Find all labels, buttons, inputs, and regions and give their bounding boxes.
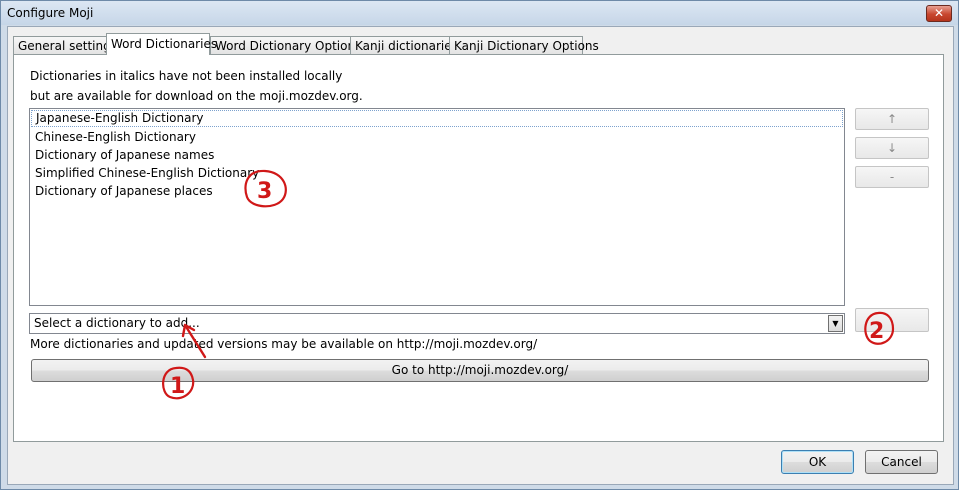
remove-label: - xyxy=(889,170,895,184)
tab-kanji-dictionaries[interactable]: Kanji dictionaries xyxy=(350,36,458,54)
tab-kanji-dictionary-options[interactable]: Kanji Dictionary Options xyxy=(449,36,599,54)
tab-label: Word Dictionary Options xyxy=(215,39,362,53)
add-dictionary-select-value: Select a dictionary to add... xyxy=(34,316,200,330)
list-item[interactable]: Dictionary of Japanese places xyxy=(30,182,844,200)
tab-word-dictionary-options[interactable]: Word Dictionary Options xyxy=(210,36,361,54)
dropdown-arrow-button[interactable]: ▼ xyxy=(828,315,843,332)
add-dictionary-select[interactable]: Select a dictionary to add... ▼ xyxy=(29,313,845,334)
list-item[interactable]: Japanese-English Dictionary xyxy=(31,110,843,127)
add-button[interactable] xyxy=(855,308,929,332)
tab-general-settings[interactable]: General settings xyxy=(13,36,117,54)
list-item[interactable]: Simplified Chinese-English Dictionary xyxy=(30,164,844,182)
info-text-line1: Dictionaries in italics have not been in… xyxy=(30,69,343,83)
chevron-down-icon: ▼ xyxy=(832,319,839,328)
ok-button[interactable]: OK xyxy=(781,450,854,474)
goto-mozdev-label: Go to http://moji.mozdev.org/ xyxy=(391,363,569,377)
tab-word-dictionaries[interactable]: Word Dictionaries xyxy=(106,33,217,55)
dialog-client-area: General settings Word Dictionaries Word … xyxy=(7,26,954,485)
tab-label: Kanji Dictionary Options xyxy=(454,39,599,53)
dictionary-list[interactable]: Japanese-English Dictionary Chinese-Engl… xyxy=(29,108,845,306)
close-icon: ✕ xyxy=(933,6,945,20)
cancel-button[interactable]: Cancel xyxy=(865,450,938,474)
configure-moji-window: Configure Moji ✕ General settings Word D… xyxy=(0,0,959,490)
move-up-button[interactable]: ↑ xyxy=(855,108,929,130)
info-text-line2: but are available for download on the mo… xyxy=(30,89,363,103)
more-dictionaries-text: More dictionaries and updated versions m… xyxy=(30,337,538,351)
window-title: Configure Moji xyxy=(7,6,94,20)
close-button[interactable]: ✕ xyxy=(926,5,952,22)
list-item[interactable]: Chinese-English Dictionary xyxy=(30,128,844,146)
ok-label: OK xyxy=(808,455,827,469)
arrow-up-icon: ↑ xyxy=(886,112,898,126)
move-down-button[interactable]: ↓ xyxy=(855,137,929,159)
tab-label: General settings xyxy=(18,39,117,53)
tab-label: Kanji dictionaries xyxy=(355,39,458,53)
title-bar: Configure Moji ✕ xyxy=(1,1,958,25)
cancel-label: Cancel xyxy=(881,455,922,469)
remove-button[interactable]: - xyxy=(855,166,929,188)
tab-label: Word Dictionaries xyxy=(111,37,218,51)
list-item[interactable]: Dictionary of Japanese names xyxy=(30,146,844,164)
goto-mozdev-button[interactable]: Go to http://moji.mozdev.org/ xyxy=(31,359,929,382)
word-dictionaries-panel: Dictionaries in italics have not been in… xyxy=(13,54,944,442)
arrow-down-icon: ↓ xyxy=(886,141,898,155)
